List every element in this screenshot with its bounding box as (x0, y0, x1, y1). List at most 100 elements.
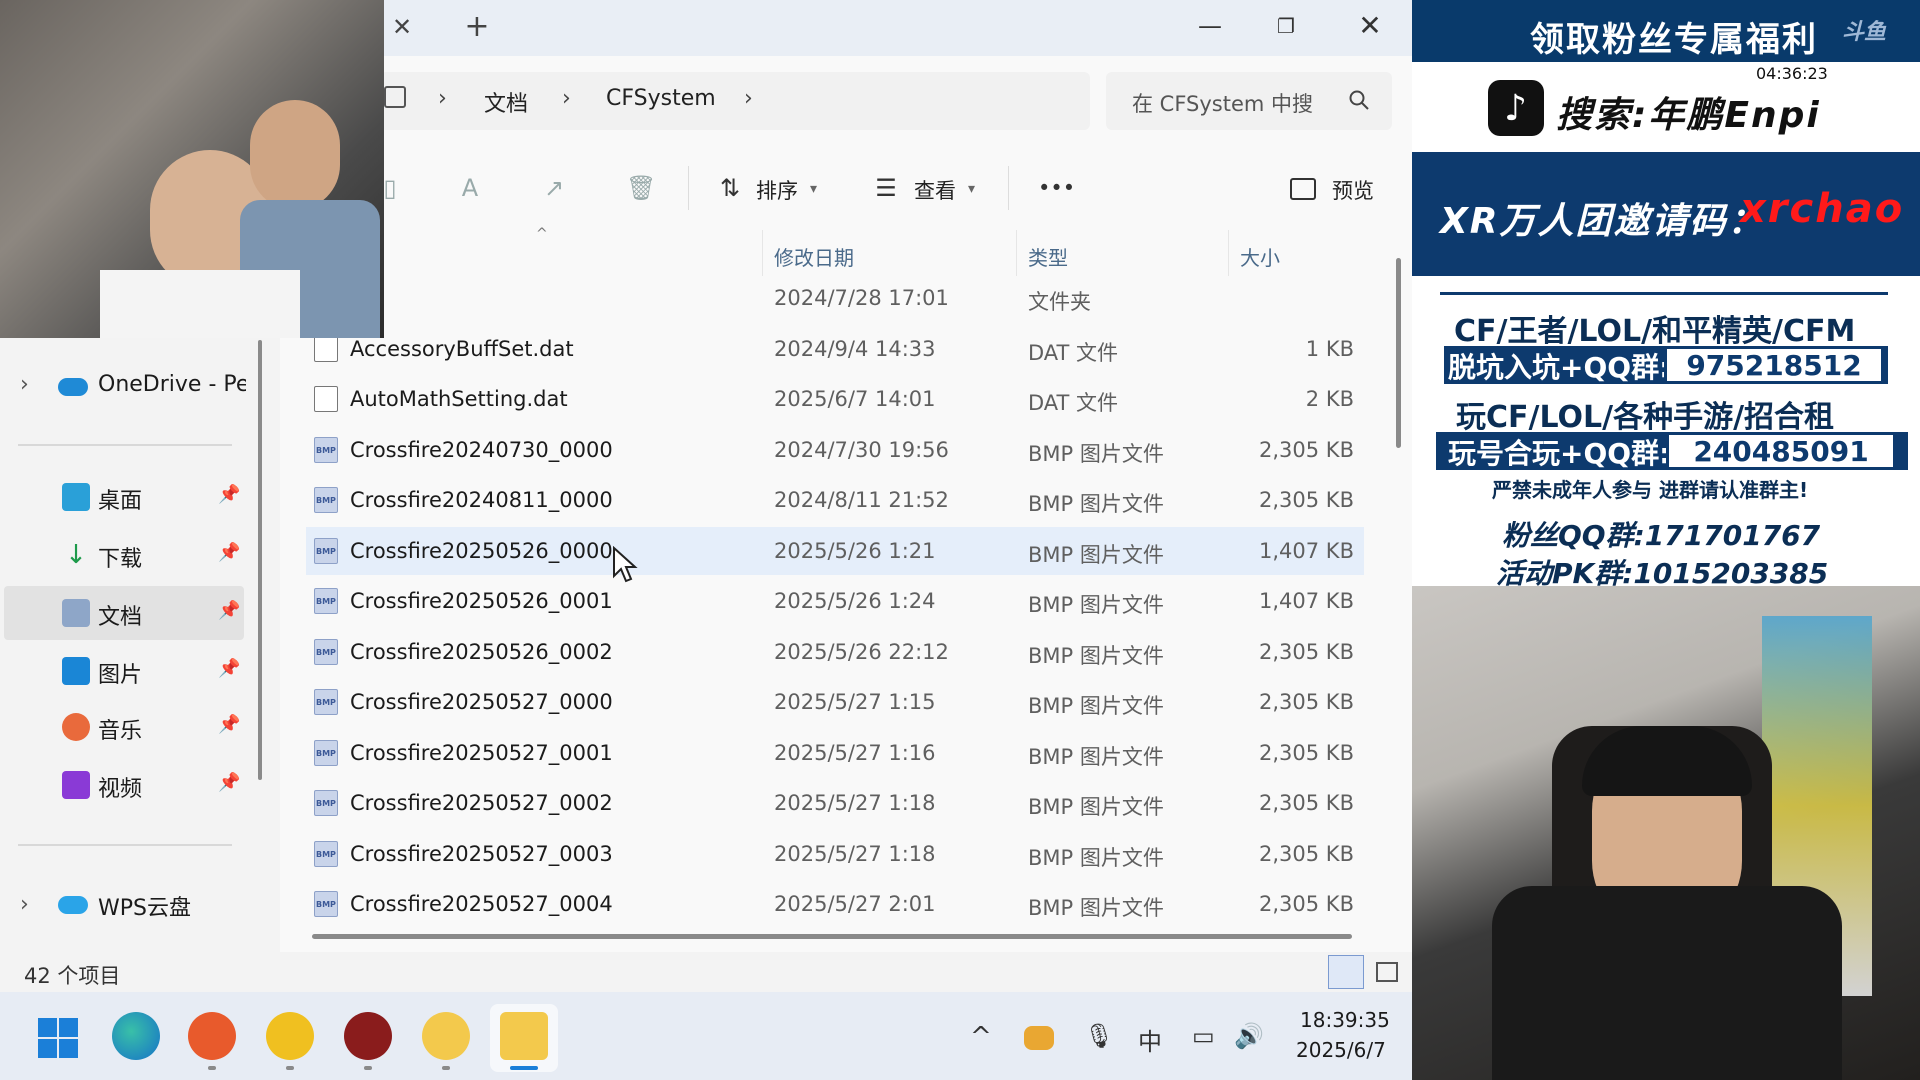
table-row[interactable]: BMP Crossfire20250527_0002 2025/5/27 1:18 B… (306, 779, 1364, 827)
table-row[interactable]: BMP Crossfire20240730_0000 2024/7/30 19:56… (306, 426, 1364, 474)
network-icon[interactable]: ▭ (1192, 1022, 1215, 1050)
ime-indicator[interactable]: 中 (1138, 1022, 1162, 1057)
sort-button[interactable]: 排序 (756, 175, 798, 205)
file-date: 2024/9/4 14:33 (774, 337, 936, 361)
share-icon[interactable]: ↗ (540, 174, 568, 202)
window-close-button[interactable]: ✕ (1330, 0, 1410, 52)
tray-app-icon[interactable] (1024, 1026, 1054, 1050)
sort-icon[interactable]: ⇅ (716, 174, 744, 202)
list-vertical-scrollbar[interactable] (1396, 258, 1401, 448)
file-date: 2025/5/26 1:24 (774, 589, 936, 613)
minimize-button[interactable]: — (1170, 0, 1250, 52)
nav-item-label: 视频 (98, 777, 143, 802)
table-row[interactable]: BMP Crossfire20250526_0000 2025/5/26 1:21 B… (306, 527, 1364, 575)
music-icon (62, 713, 90, 741)
crossfire-icon[interactable] (344, 1012, 392, 1060)
active-indicator (510, 1066, 538, 1070)
info-divider (1440, 292, 1888, 295)
file-size: 2 KB (1305, 387, 1354, 411)
pin-icon: 📌 (218, 600, 241, 621)
nav-item-pictures[interactable]: 图片 📌 (4, 644, 244, 698)
nav-item-music[interactable]: 音乐 📌 (4, 700, 244, 754)
delete-icon[interactable]: 🗑 (626, 174, 656, 202)
column-header-type[interactable]: 类型 (1028, 242, 1068, 271)
table-row[interactable]: BMP Crossfire20250526_0001 2025/5/26 1:24 B… (306, 577, 1364, 625)
chevron-right-icon[interactable]: › (20, 372, 29, 397)
tab-close-icon[interactable]: ✕ (385, 10, 419, 44)
running-indicator (286, 1066, 294, 1070)
table-row[interactable]: BMP Crossfire20250527_0000 2025/5/27 1:15 B… (306, 678, 1364, 726)
clock-date[interactable]: 2025/6/7 (1296, 1038, 1386, 1062)
chevron-down-icon[interactable]: ▾ (968, 181, 975, 197)
nav-item-documents[interactable]: 文档 📌 (4, 586, 244, 640)
nav-scrollbar[interactable] (258, 340, 262, 780)
breadcrumb-separator-icon[interactable]: › (438, 86, 447, 111)
table-row[interactable]: AccessoryBuffSet.dat 2024/9/4 14:33 DAT 文件… (306, 325, 1364, 373)
maximize-button[interactable]: ❐ (1246, 0, 1326, 52)
douyu-logo: 斗鱼 (1842, 20, 1887, 45)
column-divider (762, 230, 763, 276)
nav-item-desktop[interactable]: 桌面 📌 (4, 470, 244, 524)
edge-browser-icon[interactable] (112, 1012, 160, 1060)
chevron-down-icon[interactable]: ▾ (810, 181, 817, 197)
tray-chevron-up-icon[interactable]: ^ (970, 1022, 992, 1052)
rename-icon[interactable]: A (456, 174, 484, 202)
desktop-icon (62, 483, 90, 511)
breadcrumb-separator-icon[interactable]: › (562, 86, 571, 111)
table-row[interactable]: BMP Crossfire20250527_0003 2025/5/27 1:18 B… (306, 830, 1364, 878)
pin-icon: 📌 (218, 484, 241, 505)
status-bar (0, 952, 1412, 992)
file-type: BMP 图片文件 (1028, 492, 1164, 516)
music-app-icon[interactable] (266, 1012, 314, 1060)
new-tab-button[interactable]: + (460, 10, 494, 44)
breadcrumb-documents[interactable]: 文档 (484, 86, 528, 118)
nav-item-videos[interactable]: 视频 📌 (4, 758, 244, 812)
breadcrumb-separator-icon[interactable]: › (744, 86, 753, 111)
search-icon[interactable] (1348, 89, 1370, 111)
chevron-right-icon[interactable]: › (20, 892, 29, 917)
file-name: Crossfire20250527_0001 (350, 741, 613, 765)
nav-item-downloads[interactable]: ↓ 下载 📌 (4, 528, 244, 582)
bmp-file-icon: BMP (314, 841, 338, 867)
file-date: 2025/5/27 2:01 (774, 892, 936, 916)
file-type: BMP 图片文件 (1028, 745, 1164, 769)
list-horizontal-scrollbar[interactable] (312, 934, 1352, 939)
app-fire-icon[interactable] (188, 1012, 236, 1060)
nav-item-label: 下载 (98, 547, 143, 572)
nav-wps-cloud[interactable]: WPS云盘 (98, 890, 191, 922)
table-row[interactable]: C2024/7/28 17:01文件夹 (306, 274, 1364, 322)
column-header-date[interactable]: 修改日期 (774, 242, 854, 271)
volume-icon[interactable]: 🔊 (1234, 1022, 1264, 1050)
mouse-cursor-icon (613, 546, 638, 583)
breadcrumb-cfsystem[interactable]: CFSystem (606, 86, 716, 111)
clock-time[interactable]: 18:39:35 (1300, 1008, 1390, 1032)
microphone-icon[interactable]: 🎙 (1084, 1022, 1114, 1050)
table-row[interactable]: BMP Crossfire20250527_0004 2025/5/27 2:01 B… (306, 880, 1364, 928)
file-name: AutoMathSetting.dat (350, 387, 568, 411)
table-row[interactable]: BMP Crossfire20250526_0002 2025/5/26 22:12… (306, 628, 1364, 676)
table-row[interactable]: AutoMathSetting.dat 2025/6/7 14:01 DAT 文件 2… (306, 375, 1364, 423)
view-icon[interactable]: ☰ (872, 174, 900, 202)
file-date: 2025/5/27 1:18 (774, 791, 936, 815)
file-name: Crossfire20250526_0001 (350, 589, 613, 613)
view-button[interactable]: 查看 (914, 175, 956, 205)
windows-start-icon[interactable] (36, 1016, 80, 1060)
file-explorer-icon[interactable] (500, 1012, 548, 1060)
running-indicator (442, 1066, 450, 1070)
file-name: Crossfire20250526_0002 (350, 640, 613, 664)
item-count: 42 个项目 (24, 964, 121, 988)
mascot-app-icon[interactable] (422, 1012, 470, 1060)
table-row[interactable]: BMP Crossfire20240811_0000 2024/8/11 21:52… (306, 476, 1364, 524)
more-options-button[interactable]: ••• (1038, 176, 1075, 200)
nav-onedrive[interactable]: OneDrive - Per (98, 372, 246, 397)
table-row[interactable]: BMP Crossfire20250527_0001 2025/5/27 1:16 B… (306, 729, 1364, 777)
column-header-size[interactable]: 大小 (1240, 242, 1280, 271)
file-size: 1,407 KB (1259, 539, 1354, 563)
preview-pane-icon[interactable] (1290, 178, 1316, 200)
file-type: BMP 图片文件 (1028, 593, 1164, 617)
tiles-view-button[interactable] (1376, 962, 1398, 982)
details-view-button[interactable] (1328, 955, 1364, 989)
this-pc-icon[interactable] (384, 86, 406, 108)
file-date: 2025/5/27 1:15 (774, 690, 936, 714)
preview-button[interactable]: 预览 (1332, 175, 1374, 205)
